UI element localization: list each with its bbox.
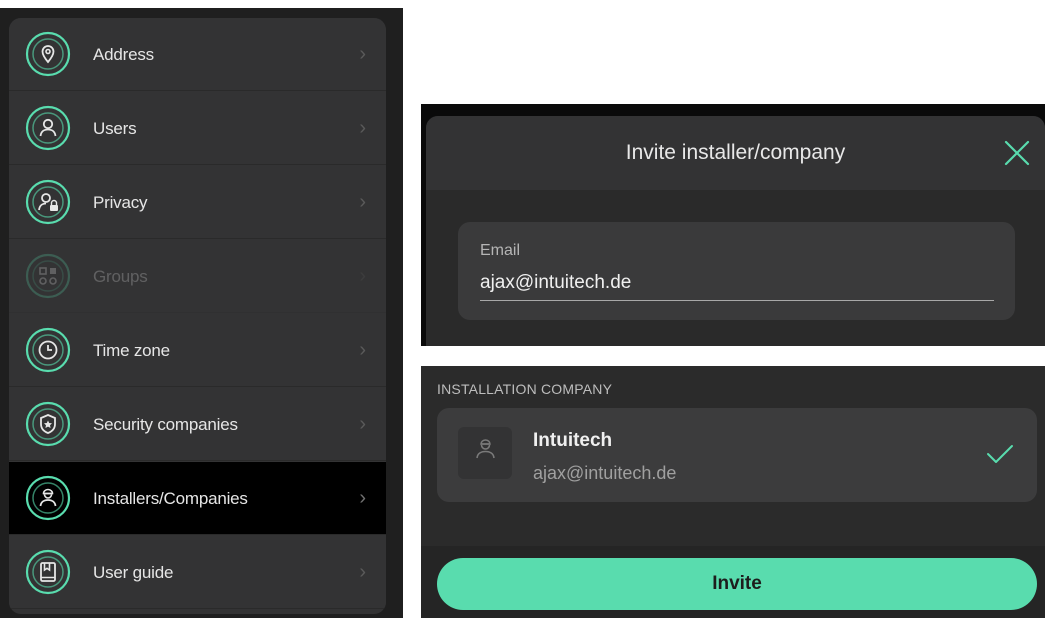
- menu-item-label: Users: [93, 119, 137, 138]
- clock-icon: [25, 327, 71, 373]
- menu-item-label: Time zone: [93, 341, 170, 360]
- email-field[interactable]: [480, 266, 994, 301]
- section-label: INSTALLATION COMPANY: [437, 381, 613, 397]
- menu-item-time-zone[interactable]: Time zone ›: [9, 314, 386, 387]
- installer-avatar-icon: [476, 439, 495, 459]
- book-icon: [25, 549, 71, 595]
- groups-grid-icon: [25, 253, 71, 299]
- invite-dialog: Invite installer/company Email: [421, 104, 1045, 346]
- menu-item-label: Installers/Companies: [93, 489, 248, 508]
- email-label: Email: [480, 242, 521, 259]
- menu-item-label: User guide: [93, 563, 174, 582]
- dialog-title: Invite installer/company: [625, 141, 846, 164]
- user-icon: [25, 105, 71, 151]
- invite-dialog-body: Invite installer/company Email: [426, 116, 1045, 346]
- menu-item-security-companies[interactable]: Security companies ›: [9, 388, 386, 461]
- menu-item-address[interactable]: Address ›: [9, 18, 386, 91]
- menu-item-installers-companies[interactable]: Installers/Companies ›: [9, 462, 386, 535]
- dialog-header: Invite installer/company: [426, 116, 1045, 190]
- location-pin-icon: [25, 31, 71, 77]
- company-section: INSTALLATION COMPANY Intuitech ajax@intu…: [421, 366, 1045, 546]
- menu-item-label: Security companies: [93, 415, 238, 434]
- close-icon[interactable]: [1003, 139, 1031, 167]
- chevron-right-icon: ›: [359, 561, 366, 583]
- chevron-right-icon: ›: [359, 413, 366, 435]
- checkmark-icon: [985, 442, 1015, 466]
- installation-company-panel: INSTALLATION COMPANY Intuitech ajax@intu…: [421, 366, 1045, 618]
- chevron-right-icon: ›: [359, 487, 366, 509]
- menu-item-users[interactable]: Users ›: [9, 92, 386, 165]
- chevron-right-icon: ›: [359, 43, 366, 65]
- installer-icon: [25, 475, 71, 521]
- company-email: ajax@intuitech.de: [533, 463, 677, 483]
- menu-item-groups: Groups ›: [9, 240, 386, 313]
- user-lock-icon: [25, 179, 71, 225]
- company-card[interactable]: Intuitech ajax@intuitech.de: [437, 408, 1037, 502]
- chevron-right-icon: ›: [359, 117, 366, 139]
- email-field-card: Email: [458, 222, 1015, 320]
- menu-item-label: Groups: [93, 267, 148, 286]
- company-name: Intuitech: [533, 430, 613, 451]
- menu-item-privacy[interactable]: Privacy ›: [9, 166, 386, 239]
- chevron-right-icon: ›: [359, 191, 366, 213]
- settings-panel: Address › Users › Privacy › Groups › Tim…: [0, 8, 403, 618]
- shield-icon: [25, 401, 71, 447]
- chevron-right-icon: ›: [359, 339, 366, 361]
- settings-menu: Address › Users › Privacy › Groups › Tim…: [9, 18, 386, 614]
- menu-item-label: Address: [93, 45, 154, 64]
- avatar: [458, 427, 512, 479]
- menu-item-user-guide[interactable]: User guide ›: [9, 536, 386, 609]
- invite-button[interactable]: Invite: [437, 558, 1037, 610]
- menu-item-label: Privacy: [93, 193, 148, 212]
- chevron-right-icon: ›: [359, 265, 366, 287]
